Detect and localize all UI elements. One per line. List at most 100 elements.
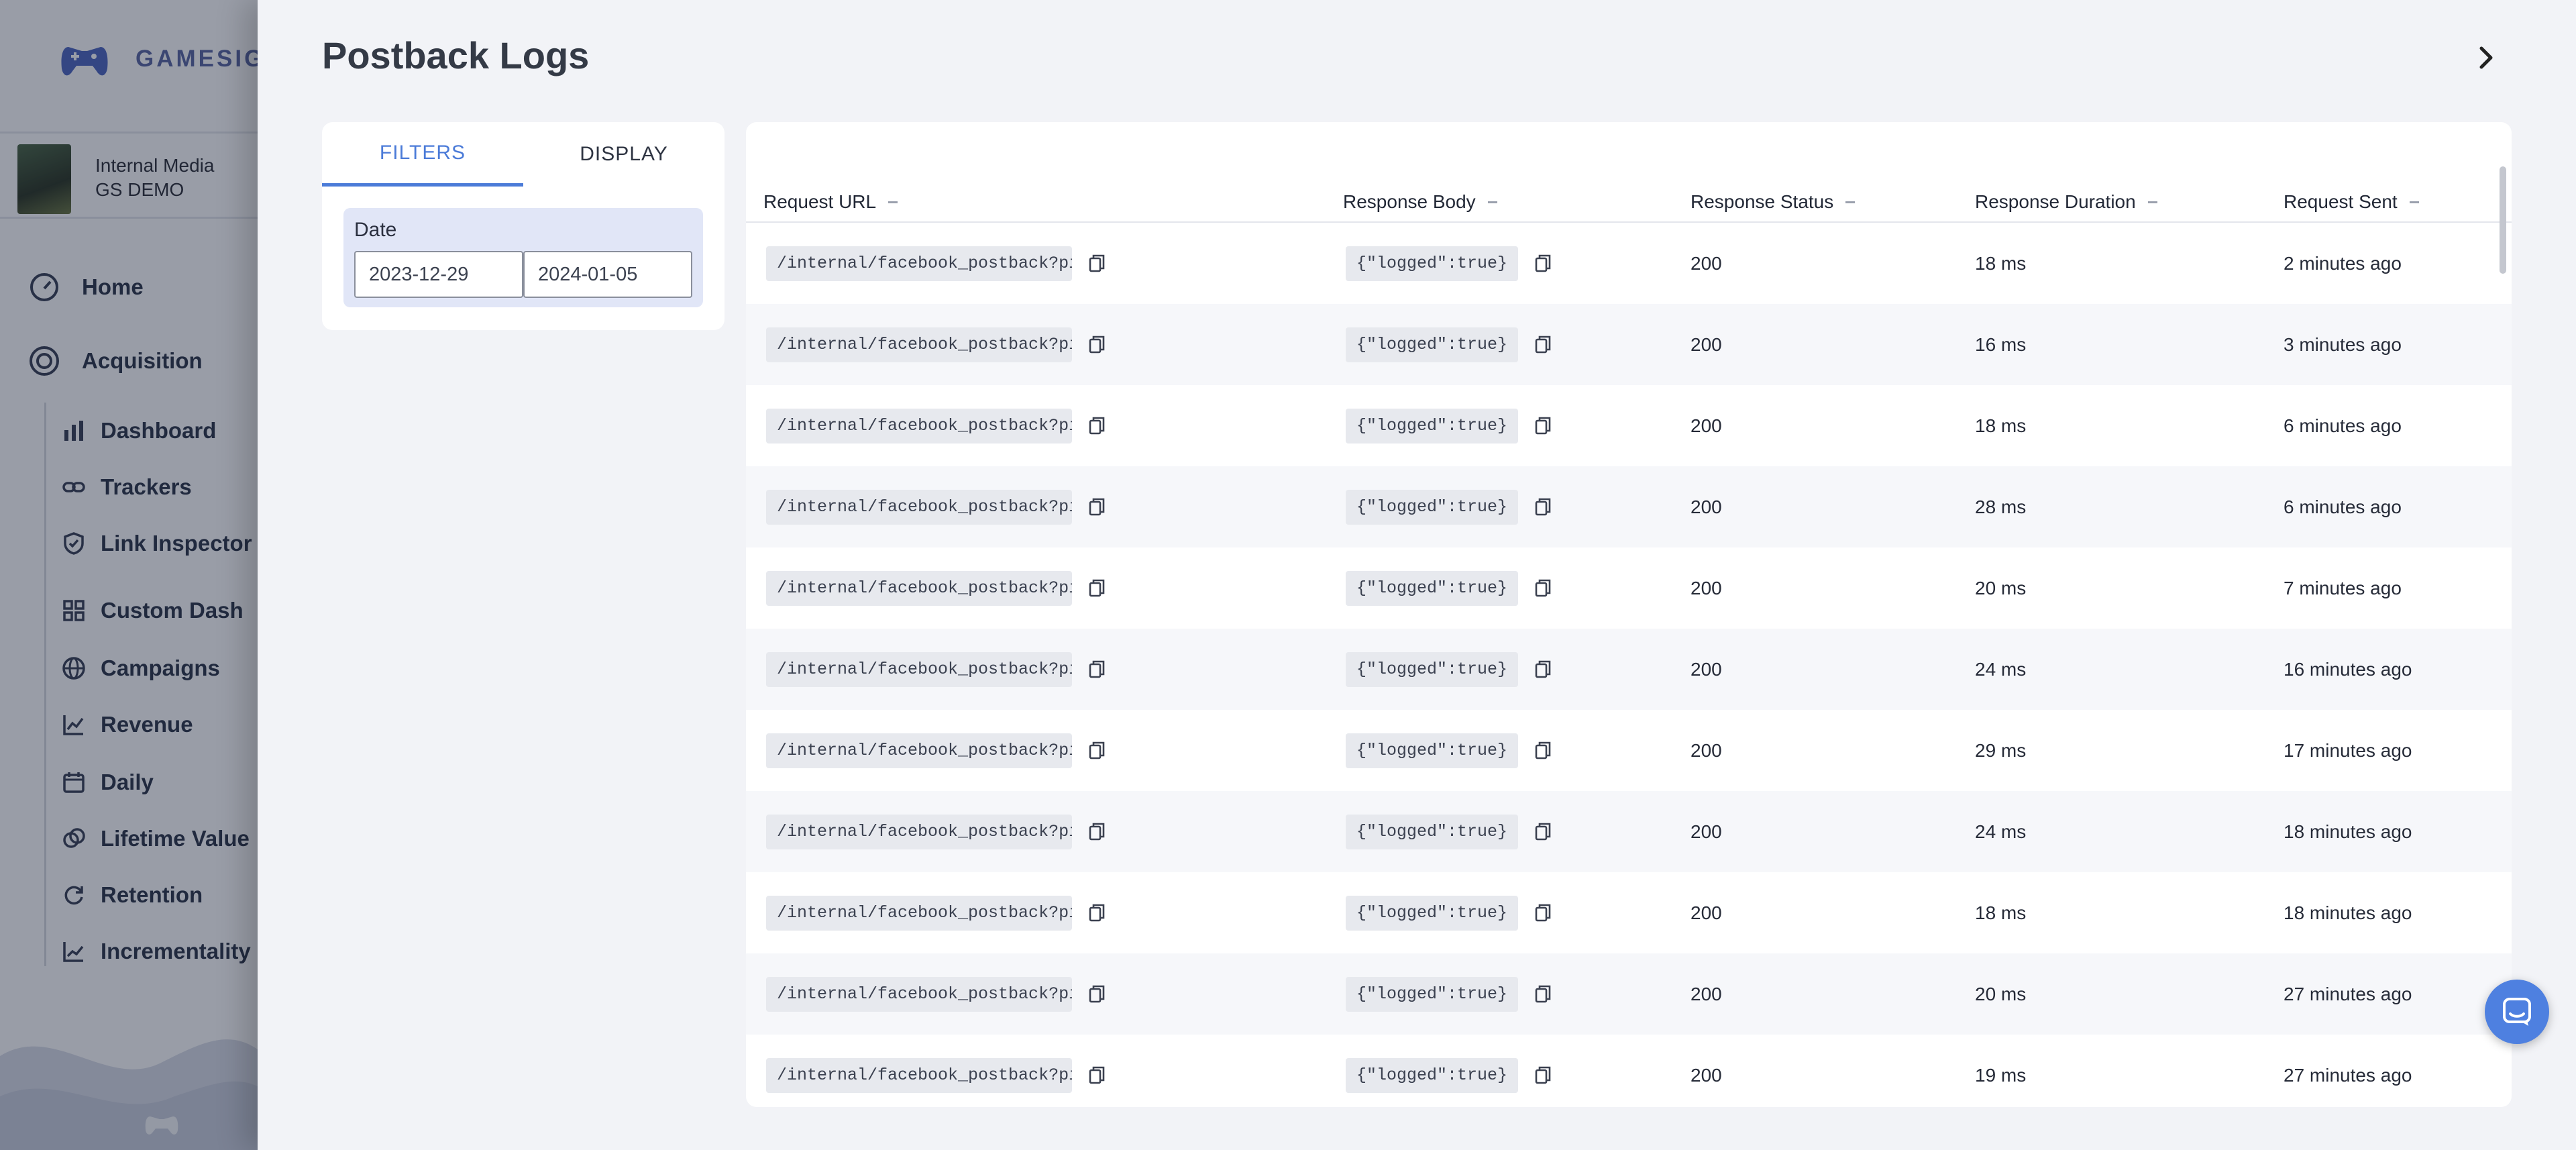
response-body-value: {"logged":true} — [1346, 570, 1519, 606]
acquisition-icon — [28, 345, 60, 377]
tab-display[interactable]: DISPLAY — [523, 122, 724, 187]
copy-icon[interactable] — [1533, 578, 1553, 598]
table-row[interactable]: /internal/facebook_postback?pi… {"logged"… — [746, 466, 2512, 547]
copy-icon[interactable] — [1087, 578, 1107, 598]
table-row[interactable]: /internal/facebook_postback?pi… {"logged"… — [746, 304, 2512, 385]
col-response-status[interactable]: Response Status — [1690, 181, 1856, 223]
table-row[interactable]: /internal/facebook_postback?pi… {"logged"… — [746, 1035, 2512, 1107]
nav-home[interactable]: Home — [28, 271, 144, 303]
response-body-value: {"logged":true} — [1346, 489, 1519, 525]
response-status-value: 200 — [1690, 983, 1722, 1004]
chat-support-button[interactable] — [2485, 980, 2549, 1044]
response-duration-value: 18 ms — [1975, 902, 2027, 923]
col-response-body[interactable]: Response Body — [1343, 181, 1497, 223]
table-row[interactable]: /internal/facebook_postback?pi… {"logged"… — [746, 223, 2512, 304]
nav-retention[interactable]: Retention — [60, 882, 203, 908]
table-row[interactable]: /internal/facebook_postback?pi… {"logged"… — [746, 710, 2512, 791]
copy-icon[interactable] — [1533, 903, 1553, 923]
copy-icon[interactable] — [1087, 741, 1107, 761]
copy-icon[interactable] — [1533, 497, 1553, 517]
nav-dashboard[interactable]: Dashboard — [60, 417, 216, 444]
response-body-cell: {"logged":true} — [1346, 953, 1553, 1035]
date-filter: Date 2023-12-29 2024-01-05 — [343, 208, 703, 307]
nav-custom-dash[interactable]: Custom Dash — [60, 597, 244, 624]
table-row[interactable]: /internal/facebook_postback?pi… {"logged"… — [746, 547, 2512, 629]
table-row[interactable]: /internal/facebook_postback?pi… {"logged"… — [746, 872, 2512, 953]
response-status-value: 200 — [1690, 577, 1722, 598]
response-body-value: {"logged":true} — [1346, 327, 1519, 362]
link-icon — [60, 474, 87, 501]
copy-icon[interactable] — [1087, 497, 1107, 517]
col-request-sent[interactable]: Request Sent — [2284, 181, 2419, 223]
nav-daily[interactable]: Daily — [60, 769, 154, 796]
request-url-value: /internal/facebook_postback?pi… — [766, 976, 1072, 1012]
copy-icon[interactable] — [1533, 254, 1553, 274]
col-response-body-label: Response Body — [1343, 191, 1476, 212]
response-duration-value: 18 ms — [1975, 252, 2027, 274]
brand-name: GAMESIGHT — [136, 46, 258, 72]
copy-icon[interactable] — [1087, 903, 1107, 923]
sort-icon — [2147, 201, 2157, 203]
copy-icon[interactable] — [1087, 984, 1107, 1004]
coins-icon — [60, 825, 87, 852]
col-request-url-label: Request URL — [763, 191, 877, 212]
response-duration-value: 16 ms — [1975, 333, 2027, 355]
response-status-value: 200 — [1690, 333, 1722, 355]
copy-icon[interactable] — [1087, 822, 1107, 842]
org-switcher[interactable]: Internal Media GS DEMO — [0, 132, 258, 219]
response-body-cell: {"logged":true} — [1346, 872, 1553, 953]
org-name-line1: Internal Media — [95, 155, 215, 176]
response-duration-value: 18 ms — [1975, 415, 2027, 436]
tab-filters[interactable]: FILTERS — [322, 122, 523, 187]
end-date-input[interactable]: 2024-01-05 — [523, 251, 692, 298]
nav-incrementality[interactable]: Incrementality AI — [60, 938, 258, 965]
table-row[interactable]: /internal/facebook_postback?pi… {"logged"… — [746, 791, 2512, 872]
nav-link-inspector[interactable]: Link Inspector — [60, 530, 252, 557]
copy-icon[interactable] — [1533, 416, 1553, 436]
nav-revenue[interactable]: Revenue — [60, 711, 193, 738]
brand[interactable]: GAMESIGHT — [59, 42, 258, 79]
response-status-value: 200 — [1690, 821, 1722, 842]
col-request-url[interactable]: Request URL — [763, 181, 898, 223]
sort-icon — [1845, 201, 1856, 203]
response-status-value: 200 — [1690, 902, 1722, 923]
request-sent-value: 18 minutes ago — [2284, 902, 2412, 923]
close-panel-button[interactable] — [2465, 36, 2508, 79]
response-body-cell: {"logged":true} — [1346, 547, 1553, 629]
nav-campaigns[interactable]: Campaigns — [60, 655, 220, 682]
copy-icon[interactable] — [1533, 1065, 1553, 1086]
nav-trackers[interactable]: Trackers — [47, 467, 258, 507]
table-row[interactable]: /internal/facebook_postback?pi… {"logged"… — [746, 385, 2512, 466]
nav-link-inspector-label: Link Inspector — [101, 531, 252, 556]
table-row[interactable]: /internal/facebook_postback?pi… {"logged"… — [746, 953, 2512, 1035]
copy-icon[interactable] — [1533, 335, 1553, 355]
request-url-value: /internal/facebook_postback?pi… — [766, 1057, 1072, 1093]
copy-icon[interactable] — [1533, 660, 1553, 680]
table-header: Request URL Response Body Response Statu… — [746, 181, 2512, 223]
copy-icon[interactable] — [1533, 822, 1553, 842]
copy-icon[interactable] — [1087, 416, 1107, 436]
org-name: Internal Media GS DEMO — [95, 154, 214, 202]
copy-icon[interactable] — [1087, 254, 1107, 274]
col-response-duration[interactable]: Response Duration — [1975, 181, 2157, 223]
response-body-value: {"logged":true} — [1346, 408, 1519, 443]
decorative-wave — [0, 1039, 258, 1150]
copy-icon[interactable] — [1087, 335, 1107, 355]
speedometer-icon — [28, 271, 60, 303]
copy-icon[interactable] — [1087, 660, 1107, 680]
response-duration-value: 28 ms — [1975, 496, 2027, 517]
copy-icon[interactable] — [1533, 741, 1553, 761]
copy-icon[interactable] — [1087, 1065, 1107, 1086]
filters-card: FILTERS DISPLAY Date 2023-12-29 2024-01-… — [322, 122, 724, 330]
col-request-sent-label: Request Sent — [2284, 191, 2398, 212]
copy-icon[interactable] — [1533, 984, 1553, 1004]
nav-trackers-label: Trackers — [101, 474, 192, 499]
col-response-duration-label: Response Duration — [1975, 191, 2136, 212]
table-row[interactable]: /internal/facebook_postback?pi… {"logged"… — [746, 629, 2512, 710]
nav-lifetime-value[interactable]: Lifetime Value — [60, 825, 250, 852]
request-url-cell: /internal/facebook_postback?pi… — [766, 791, 1107, 872]
response-status-value: 200 — [1690, 415, 1722, 436]
start-date-input[interactable]: 2023-12-29 — [354, 251, 523, 298]
table-scrollbar[interactable] — [2500, 166, 2506, 274]
nav-acquisition[interactable]: Acquisition — [28, 345, 203, 377]
